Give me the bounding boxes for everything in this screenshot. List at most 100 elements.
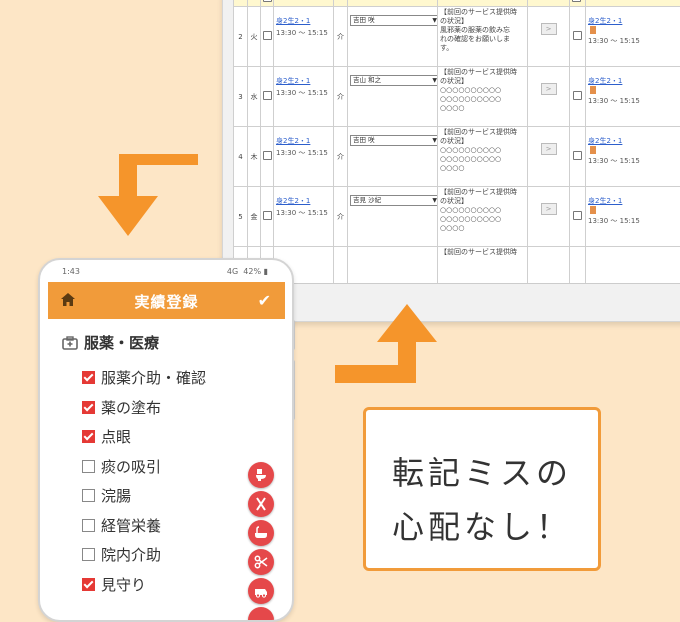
note-line: ○○○○○○○○○○ (440, 215, 525, 224)
table-row: 【前回のサービス提供時 (234, 247, 680, 285)
row-checkbox[interactable] (263, 151, 272, 160)
page-title: 実績登録 (48, 291, 285, 312)
care-item-checkbox[interactable]: 院内介助 (82, 545, 161, 565)
scissors-button[interactable] (248, 549, 274, 575)
callout-box: 転記ミスの 心配なし！ (363, 407, 601, 571)
next-service-code-link[interactable]: 身2生2・1 (588, 136, 680, 146)
section-title: 服薬・医療 (62, 332, 159, 353)
service-time: 13:30 〜 15:15 (276, 148, 331, 158)
row-checkbox[interactable] (263, 91, 272, 100)
row-checkbox[interactable] (573, 211, 582, 220)
service-code-link[interactable]: 身2生2・1 (276, 136, 331, 146)
car-icon (254, 584, 268, 598)
checkbox-icon[interactable] (82, 371, 95, 384)
care-item-checkbox[interactable]: 服薬介助・確認 (82, 368, 206, 388)
row-checkbox[interactable] (573, 91, 582, 100)
more-button[interactable] (248, 607, 274, 622)
note-line: 【前回のサービス提供時 (440, 248, 525, 257)
next-service-code-link[interactable]: 身2生2・1 (588, 196, 680, 206)
medical-bag-icon (62, 336, 78, 350)
copy-arrow-button[interactable]: > (541, 83, 557, 95)
header-checkbox[interactable] (572, 0, 581, 2)
copy-arrow-button[interactable]: > (541, 203, 557, 215)
care-item-label: 院内介助 (101, 546, 161, 564)
service-code-link[interactable]: 身2生2・1 (276, 76, 331, 86)
status-signal: 4G 42% ▮ (227, 267, 268, 276)
note-line: 【前回のサービス提供時 (440, 128, 525, 137)
next-service-time: 13:30 〜 15:15 (588, 216, 680, 226)
app-header: 実績登録 ✔ (48, 282, 285, 319)
checkbox-icon[interactable] (82, 460, 95, 473)
care-item-label: 経管栄養 (101, 517, 161, 535)
care-item-checkbox[interactable]: 経管栄養 (82, 516, 161, 536)
care-item-checkbox[interactable]: 見守り (82, 575, 146, 595)
memo-icon[interactable] (590, 26, 596, 34)
note-line: ○○○○ (440, 164, 525, 173)
status-bar: 1:43 4G 42% ▮ (50, 265, 282, 277)
callout-line-1: 転記ミスの (366, 448, 598, 494)
service-code-link[interactable]: 身2生2・1 (276, 16, 331, 26)
service-type: 介 (334, 127, 348, 187)
memo-icon[interactable] (590, 206, 596, 214)
checkbox-icon[interactable] (82, 401, 95, 414)
note-line: の状況】 (440, 197, 525, 206)
checkmark-icon[interactable]: ✔ (258, 291, 271, 310)
service-type: 介 (334, 67, 348, 127)
bath-button[interactable] (248, 520, 274, 546)
staff-select[interactable]: 吉田 咲▼ (350, 135, 438, 146)
next-service-code-link[interactable]: 身2生2・1 (588, 16, 680, 26)
row-number: 3 (234, 67, 248, 127)
note-line: ○○○○ (440, 224, 525, 233)
staff-select[interactable]: 吉山 和之▼ (350, 75, 438, 86)
copy-arrow-button[interactable]: > (541, 23, 557, 35)
scissors-icon (254, 555, 268, 569)
checkbox-icon[interactable] (82, 548, 95, 561)
service-type: 介 (334, 187, 348, 247)
table-row: 3 水 身2生2・113:30 〜 15:15 介 吉山 和之▼ 【前回のサービ… (234, 67, 680, 127)
smartphone: 1:43 4G 42% ▮ 実績登録 ✔ 服薬・医療 服薬介助・確認薬の塗布点眼… (38, 258, 294, 622)
checkbox-icon[interactable] (82, 519, 95, 532)
care-item-label: 痰の吸引 (101, 458, 161, 476)
next-service-time: 13:30 〜 15:15 (588, 156, 680, 166)
staff-select[interactable]: 吉田 咲▼ (350, 15, 438, 26)
note-line: の状況】 (440, 137, 525, 146)
checkbox-icon[interactable] (82, 489, 95, 502)
checkbox-icon[interactable] (82, 430, 95, 443)
row-day: 木 (248, 127, 261, 187)
care-item-checkbox[interactable]: 薬の塗布 (82, 398, 161, 418)
care-item-label: 薬の塗布 (101, 399, 161, 417)
care-item-checkbox[interactable]: 点眼 (82, 427, 131, 447)
service-code-link[interactable]: 身2生2・1 (276, 196, 331, 206)
row-checkbox[interactable] (263, 211, 272, 220)
care-item-checkbox[interactable]: 痰の吸引 (82, 457, 161, 477)
note-line: れの確認をお願いしま (440, 35, 525, 44)
row-number: 4 (234, 127, 248, 187)
arrow-down-icon (92, 154, 200, 238)
note-line: ○○○○○○○○○○ (440, 146, 525, 155)
note-line: 【前回のサービス提供時 (440, 8, 525, 17)
service-time: 13:30 〜 15:15 (276, 88, 331, 98)
toilet-button[interactable] (248, 462, 274, 488)
memo-icon[interactable] (590, 86, 596, 94)
service-time: 13:30 〜 15:15 (276, 28, 331, 38)
toilet-icon (254, 468, 268, 482)
checkbox-icon[interactable] (82, 578, 95, 591)
car-button[interactable] (248, 578, 274, 604)
note-line: の状況】 (440, 77, 525, 86)
table-row: 2 火 身2生2・113:30 〜 15:15 介 吉田 咲▼ 【前回のサービス… (234, 7, 680, 67)
copy-arrow-button[interactable]: > (541, 143, 557, 155)
schedule-table: 2 火 身2生2・113:30 〜 15:15 介 吉田 咲▼ 【前回のサービス… (233, 0, 680, 284)
note-line: ○○○○○○○○○○ (440, 95, 525, 104)
row-checkbox[interactable] (263, 31, 272, 40)
header-checkbox[interactable] (263, 0, 272, 2)
meal-button[interactable] (248, 491, 274, 517)
table-row: 5 金 身2生2・113:30 〜 15:15 介 吉見 沙紀▼ 【前回のサービ… (234, 187, 680, 247)
care-item-checkbox[interactable]: 浣腸 (82, 486, 131, 506)
note-line: ○○○○○○○○○○ (440, 155, 525, 164)
memo-icon[interactable] (590, 146, 596, 154)
next-service-code-link[interactable]: 身2生2・1 (588, 76, 680, 86)
staff-select[interactable]: 吉見 沙紀▼ (350, 195, 438, 206)
row-checkbox[interactable] (573, 151, 582, 160)
row-checkbox[interactable] (573, 31, 582, 40)
service-type: 介 (334, 7, 348, 67)
